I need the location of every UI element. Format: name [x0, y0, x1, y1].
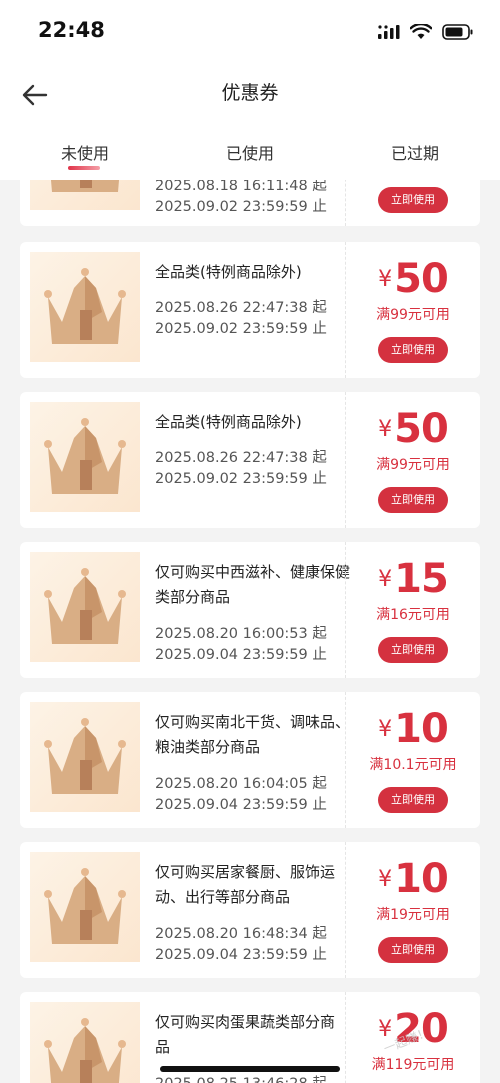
coupon-condition: 满119元可用 — [371, 1057, 455, 1073]
coupon-dates: 2025.08.20 16:48:34 起 2025.09.04 23:59:5… — [155, 924, 355, 966]
page-title: 优惠券 — [221, 82, 279, 104]
coupon-start-date: 2025.08.26 22:47:38 起 — [155, 300, 327, 316]
coupon-start-date: 2025.08.25 13:46:28 起 — [155, 1074, 355, 1083]
coupon-card: 仅可购买南北干货、调味品、粮油类部分商品 2025.08.20 16:04:05… — [20, 692, 480, 828]
coupon-amount: ¥50 — [346, 406, 480, 452]
coupon-dates: 2025.08.20 16:04:05 起 2025.09.04 23:59:5… — [155, 774, 355, 816]
status-icons — [378, 22, 474, 42]
crown-logo-icon — [44, 868, 126, 944]
tab-expired[interactable]: 已过期 — [355, 140, 475, 164]
amount-value: 10 — [394, 706, 449, 752]
coupon-start-date: 2025.08.20 16:00:53 起 — [155, 626, 327, 642]
amount-value: 15 — [394, 556, 449, 602]
coupon-dates: 2025.08.26 22:47:38 起 2025.09.02 23:59:5… — [155, 448, 355, 490]
home-indicator[interactable] — [160, 1066, 340, 1072]
coupon-condition: 满99元可用 — [376, 457, 450, 473]
coupon-image — [30, 252, 140, 362]
signal-icon — [378, 25, 400, 39]
coupon-start-date: 2025.08.20 16:48:34 起 — [155, 926, 327, 942]
coupon-description: 仅可购买南北干货、调味品、粮油类部分商品 — [155, 713, 351, 756]
coupon-image — [30, 402, 140, 512]
coupon-card: 全品类(特例商品除外) 2025.08.26 22:47:38 起 2025.0… — [20, 242, 480, 378]
tab-active-indicator — [68, 166, 100, 170]
coupon-condition: 满10.1元可用 — [369, 757, 457, 773]
currency-symbol: ¥ — [378, 567, 393, 592]
coupon-card: 2025.08.18 16:11:48 起 2025.09.02 23:59:5… — [20, 180, 480, 226]
coupon-description: 全品类(特例商品除外) — [155, 413, 302, 431]
crown-logo-icon — [44, 568, 126, 644]
coupon-amount: ¥10 — [346, 856, 480, 902]
coupon-dates: 2025.08.20 16:00:53 起 2025.09.04 23:59:5… — [155, 624, 355, 666]
coupon-description: 仅可购买中西滋补、健康保健类部分商品 — [155, 563, 351, 606]
coupon-dates: 2025.08.25 13:46:28 起 — [155, 1074, 355, 1083]
coupon-divider — [345, 180, 346, 226]
coupon-image — [30, 852, 140, 962]
coupon-start-date: 2025.08.26 22:47:38 起 — [155, 450, 327, 466]
coupon-start-date: 2025.08.20 16:04:05 起 — [155, 776, 327, 792]
amount-value: 10 — [394, 856, 449, 902]
coupon-amount: ¥10 — [346, 706, 480, 752]
tab-unused[interactable]: 未使用 — [25, 140, 145, 164]
status-time: 22:48 — [38, 18, 105, 42]
coupon-card: 仅可购买居家餐厨、服饰运动、出行等部分商品 2025.08.20 16:48:3… — [20, 842, 480, 978]
coupon-list[interactable]: 2025.08.18 16:11:48 起 2025.09.02 23:59:5… — [0, 180, 500, 1083]
crown-logo-icon — [44, 268, 126, 344]
coupon-end-date: 2025.09.04 23:59:59 止 — [155, 647, 327, 663]
coupon-description: 全品类(特例商品除外) — [155, 263, 302, 281]
coupon-image — [30, 702, 140, 812]
crown-logo-icon — [50, 180, 120, 192]
coupon-start-date: 2025.08.18 16:11:48 起 — [155, 180, 327, 194]
tab-bar: 未使用 已使用 已过期 — [0, 120, 500, 180]
currency-symbol: ¥ — [378, 417, 393, 442]
coupon-description: 仅可购买居家餐厨、服饰运动、出行等部分商品 — [155, 863, 336, 906]
coupon-description: 仅可购买肉蛋果蔬类部分商品 — [155, 1013, 336, 1056]
coupon-card: 全品类(特例商品除外) 2025.08.26 22:47:38 起 2025.0… — [20, 392, 480, 528]
use-now-button[interactable]: 立即使用 — [378, 487, 448, 513]
coupon-end-date: 2025.09.02 23:59:59 止 — [155, 321, 327, 337]
coupon-card: 仅可购买中西滋补、健康保健类部分商品 2025.08.20 16:00:53 起… — [20, 542, 480, 678]
status-bar: 22:48 — [0, 0, 500, 60]
coupon-image — [30, 1002, 140, 1083]
nav-bar: 优惠券 — [0, 60, 500, 120]
currency-symbol: ¥ — [378, 267, 393, 292]
use-now-button[interactable]: 立即使用 — [378, 187, 448, 213]
coupon-condition: 满19元可用 — [376, 907, 450, 923]
coupon-end-date: 2025.09.02 23:59:59 止 — [155, 471, 327, 487]
crown-logo-icon — [44, 1018, 126, 1083]
amount-value: 50 — [394, 406, 449, 452]
crown-logo-icon — [44, 418, 126, 494]
tab-used[interactable]: 已使用 — [190, 140, 310, 164]
coupon-amount: ¥15 — [346, 556, 480, 602]
crown-logo-icon — [44, 718, 126, 794]
amount-value: 50 — [394, 256, 449, 302]
coupon-condition: 满16元可用 — [376, 607, 450, 623]
coupon-condition: 满99元可用 — [376, 307, 450, 323]
coupon-end-date: 2025.09.04 23:59:59 止 — [155, 947, 327, 963]
coupon-dates: 2025.08.26 22:47:38 起 2025.09.02 23:59:5… — [155, 298, 355, 340]
wifi-icon — [410, 24, 432, 39]
currency-symbol: ¥ — [378, 867, 393, 892]
use-now-button[interactable]: 立即使用 — [378, 637, 448, 663]
use-now-button[interactable]: 立即使用 — [378, 787, 448, 813]
coupon-dates: 2025.08.18 16:11:48 起 2025.09.02 23:59:5… — [155, 180, 355, 218]
coupon-end-date: 2025.09.02 23:59:59 止 — [155, 199, 327, 215]
coupon-image — [30, 552, 140, 662]
coupon-end-date: 2025.09.04 23:59:59 止 — [155, 797, 327, 813]
use-now-button[interactable]: 立即使用 — [378, 337, 448, 363]
use-now-button[interactable]: 立即使用 — [378, 937, 448, 963]
currency-symbol: ¥ — [378, 717, 393, 742]
coupon-amount: ¥50 — [346, 256, 480, 302]
battery-icon — [442, 24, 473, 40]
coupon-image — [30, 180, 140, 210]
